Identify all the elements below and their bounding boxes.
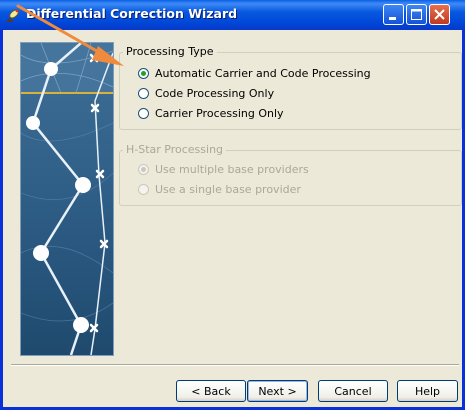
close-icon <box>434 9 445 20</box>
radio-label: Carrier Processing Only <box>155 106 284 120</box>
minimize-icon <box>389 17 396 20</box>
radio-carrier-processing-only[interactable]: Carrier Processing Only <box>138 106 284 120</box>
next-button[interactable]: Next > <box>247 380 308 402</box>
radio-unchecked-icon <box>138 87 149 99</box>
maximize-icon <box>411 9 422 20</box>
wizard-window: Differential Correction Wizard Processin… <box>0 0 465 410</box>
radio-automatic-carrier-and-code[interactable]: Automatic Carrier and Code Processing <box>138 66 371 80</box>
hstar-processing-legend: H-Star Processing <box>123 143 227 156</box>
radio-single-base-provider: Use a single base provider <box>138 182 301 196</box>
radio-multiple-base-providers: Use multiple base providers <box>138 162 309 176</box>
processing-type-legend: Processing Type <box>123 45 217 58</box>
satellite-dish-icon <box>6 7 22 23</box>
button-separator <box>11 364 459 366</box>
radio-checked-icon <box>138 163 149 175</box>
cancel-button[interactable]: Cancel <box>318 380 388 402</box>
radio-label: Use multiple base providers <box>155 162 309 176</box>
processing-type-group: Processing Type Automatic Carrier and Co… <box>119 45 462 130</box>
wizard-side-image <box>20 42 114 356</box>
radio-code-processing-only[interactable]: Code Processing Only <box>138 86 274 100</box>
radio-checked-icon <box>138 67 149 79</box>
hstar-processing-group: H-Star Processing Use multiple base prov… <box>119 143 462 206</box>
radio-unchecked-icon <box>138 183 149 195</box>
radio-unchecked-icon <box>138 107 149 119</box>
radio-label: Use a single base provider <box>155 182 301 196</box>
title-bar[interactable]: Differential Correction Wizard <box>0 0 465 30</box>
close-button[interactable] <box>429 4 450 25</box>
window-title: Differential Correction Wizard <box>26 6 238 21</box>
radio-label: Code Processing Only <box>155 86 275 100</box>
minimize-button[interactable] <box>383 4 404 25</box>
back-button[interactable]: < Back <box>176 380 246 402</box>
help-button[interactable]: Help <box>397 380 458 402</box>
radio-label: Automatic Carrier and Code Processing <box>155 66 371 80</box>
maximize-button[interactable] <box>406 4 427 25</box>
